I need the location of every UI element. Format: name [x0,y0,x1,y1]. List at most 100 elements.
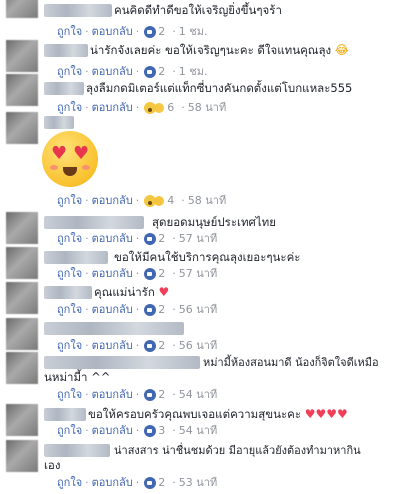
avatar[interactable] [6,112,38,144]
like-link[interactable]: ถูกใจ [57,25,82,39]
separator: · [85,232,89,245]
reply-link[interactable]: ตอบกลับ [92,476,133,490]
commenter-name[interactable] [44,216,144,229]
reaction-count[interactable]: 2 [158,25,165,39]
like-reaction-icon [144,340,157,352]
timestamp[interactable]: 57 นาที [179,232,217,246]
commenter-name[interactable] [44,356,200,369]
reaction-summary[interactable] [144,425,157,437]
reaction-summary[interactable] [144,268,157,280]
avatar[interactable] [6,318,38,350]
reaction-count[interactable]: 3 [158,424,165,438]
separator: · [85,388,89,401]
reaction-count[interactable]: 2 [158,388,165,402]
reply-link[interactable]: ตอบกลับ [92,25,133,39]
reaction-count[interactable]: 2 [158,65,165,79]
reply-link[interactable]: ตอบกลับ [92,267,133,281]
reaction-summary[interactable] [144,195,166,207]
avatar[interactable] [6,352,38,384]
separator: · [85,339,89,352]
timestamp[interactable]: 58 นาที [188,101,226,115]
comment-actions: ถูกใจ · ตอบกลับ · 2 · 53 นาที [57,476,217,490]
like-reaction-icon [144,233,157,245]
commenter-name[interactable] [44,44,88,57]
reaction-summary[interactable] [144,26,157,38]
timestamp[interactable]: 58 นาที [188,194,226,208]
avatar[interactable] [6,247,38,279]
timestamp[interactable]: 54 นาที [179,388,217,402]
commenter-name[interactable] [44,4,112,17]
reaction-summary[interactable] [144,233,157,245]
comment-text: น่าสงสาร น่าชื่นชมด้วย มีอายุแล้วยังต้อง… [114,444,361,457]
reaction-summary[interactable] [144,340,157,352]
commenter-name[interactable] [44,116,74,129]
reaction-count[interactable]: 2 [158,339,165,353]
separator: · [135,194,140,207]
reaction-count[interactable]: 2 [158,476,165,490]
comment-text-body: น่ารักจังเลยค่ะ ขอให้เจริญๆนะคะ ดีใจแทนค… [90,43,332,57]
comment-text: ขอให้มีคนใช้บริการคุณลุงเยอะๆนะค่ะ [114,250,301,264]
reaction-count[interactable]: 4 [167,194,174,208]
commenter-name[interactable] [44,286,92,299]
reaction-count[interactable]: 2 [158,267,165,281]
separator: · [135,339,140,352]
commenter-name[interactable] [44,82,84,95]
like-link[interactable]: ถูกใจ [57,424,82,438]
timestamp[interactable]: 56 นาที [179,339,217,353]
heart-emoji: ♥ [158,285,170,299]
like-link[interactable]: ถูกใจ [57,339,82,353]
reaction-summary[interactable] [144,389,157,401]
reaction-count[interactable]: 2 [158,232,165,246]
avatar[interactable] [6,212,38,244]
timestamp[interactable]: 56 นาที [179,303,217,317]
commenter-name[interactable] [44,408,86,421]
reaction-summary[interactable] [144,477,157,489]
commenter-name[interactable] [44,322,184,335]
separator: · [85,476,89,489]
comment-text-line2: นหม่ามี้า ^^ [44,370,111,384]
reaction-count[interactable]: 6 [167,101,174,115]
separator: · [172,476,176,489]
like-link[interactable]: ถูกใจ [57,65,82,79]
reply-link[interactable]: ตอบกลับ [92,101,133,115]
avatar[interactable] [6,440,38,472]
timestamp[interactable]: 57 นาที [179,267,217,281]
timestamp[interactable]: 54 นาที [179,424,217,438]
reply-link[interactable]: ตอบกลับ [92,388,133,402]
reply-link[interactable]: ตอบกลับ [92,194,133,208]
reaction-summary[interactable] [144,66,157,78]
commenter-name[interactable] [44,251,108,264]
commenter-name[interactable] [44,444,110,457]
reaction-summary[interactable] [144,304,157,316]
separator: · [85,25,89,38]
avatar[interactable] [6,0,38,18]
reply-link[interactable]: ตอบกลับ [92,424,133,438]
reply-link[interactable]: ตอบกลับ [92,303,133,317]
avatar[interactable] [6,74,38,106]
reaction-summary[interactable] [144,102,166,114]
avatar[interactable] [6,282,38,314]
reply-link[interactable]: ตอบกลับ [92,65,133,79]
like-link[interactable]: ถูกใจ [57,476,82,490]
separator: · [85,303,89,316]
like-link[interactable]: ถูกใจ [57,194,82,208]
like-link[interactable]: ถูกใจ [57,303,82,317]
timestamp[interactable]: 1 ชม. [179,65,208,79]
reaction-count[interactable]: 2 [158,303,165,317]
separator: · [135,388,140,401]
reply-link[interactable]: ตอบกลับ [92,339,133,353]
timestamp[interactable]: 53 นาที [179,476,217,490]
like-link[interactable]: ถูกใจ [57,232,82,246]
heart-eyes-sticker[interactable]: ♥ ♥ [42,131,98,187]
separator: · [172,303,176,316]
avatar[interactable] [6,40,38,72]
timestamp[interactable]: 1 ชม. [179,25,208,39]
like-link[interactable]: ถูกใจ [57,267,82,281]
separator: · [85,267,89,280]
like-reaction-icon [144,477,157,489]
avatar[interactable] [6,404,38,436]
like-link[interactable]: ถูกใจ [57,388,82,402]
reply-link[interactable]: ตอบกลับ [92,232,133,246]
like-reaction-icon [144,425,157,437]
like-link[interactable]: ถูกใจ [57,101,82,115]
